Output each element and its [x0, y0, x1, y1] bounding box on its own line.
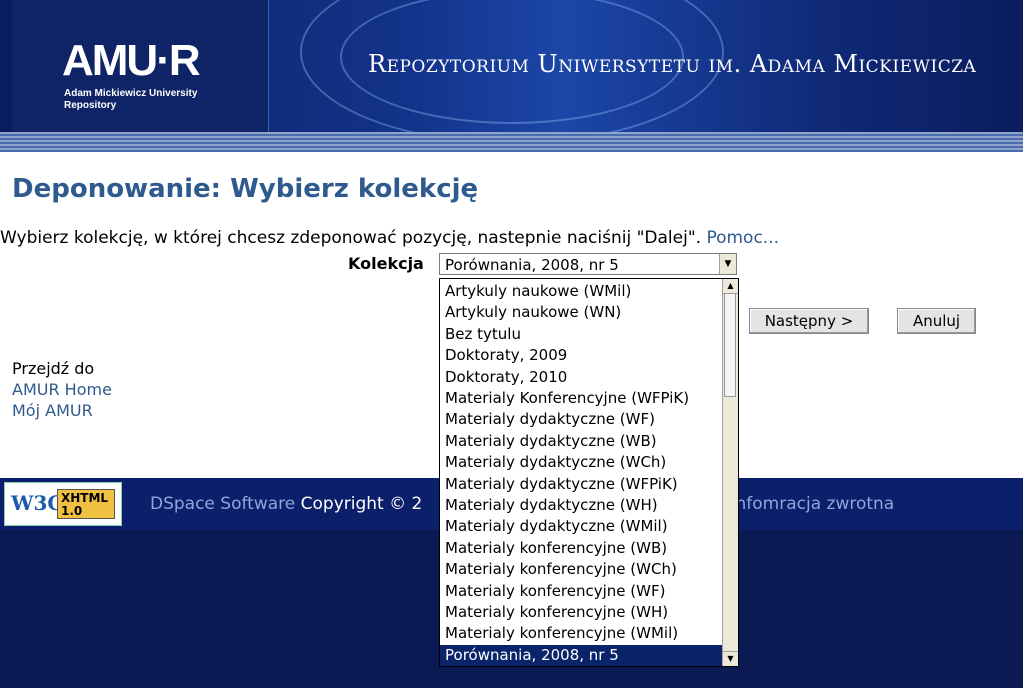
header-stripe	[0, 132, 1023, 152]
dropdown-scrollbar[interactable]: ▲ ▼	[722, 279, 738, 666]
w3c-logo-icon: W3C	[11, 491, 64, 515]
instruction-text: Wybierz kolekcję, w której chcesz zdepon…	[0, 228, 779, 248]
collection-select[interactable]: Porównania, 2008, nr 5 ▼	[439, 253, 737, 275]
dropdown-option[interactable]: Materialy Konferencyjne (WFPiK)	[440, 388, 722, 409]
collection-label: Kolekcja	[348, 254, 424, 273]
collection-select-value: Porównania, 2008, nr 5	[445, 256, 619, 274]
dropdown-option[interactable]: Materialy konferencyjne (WF)	[440, 581, 722, 602]
dropdown-option[interactable]: Materialy konferencyjne (WB)	[440, 538, 722, 559]
dropdown-option[interactable]: Materialy dydaktyczne (WCh)	[440, 452, 722, 473]
dropdown-option[interactable]: Doktoraty, 2009	[440, 345, 722, 366]
dropdown-option[interactable]: Doktoraty, 2010	[440, 367, 722, 388]
cancel-button[interactable]: Anuluj	[897, 308, 976, 334]
collection-dropdown-list[interactable]: Artykuly naukowe (WMil) Artykuly naukowe …	[439, 278, 739, 667]
help-link[interactable]: Pomoc...	[706, 228, 779, 248]
dspace-software-link[interactable]: DSpace Software	[150, 494, 295, 514]
dropdown-option[interactable]: Materialy dydaktyczne (WF)	[440, 409, 722, 430]
next-button[interactable]: Następny >	[749, 308, 869, 334]
instruction-label: Wybierz kolekcję, w której chcesz zdepon…	[0, 228, 707, 248]
dropdown-option[interactable]: Materialy dydaktyczne (WH)	[440, 495, 722, 516]
dropdown-option[interactable]: Artykuly naukowe (WMil)	[440, 281, 722, 302]
goto-heading: Przejdź do	[12, 359, 95, 378]
repository-title: Repozytorium Uniwersytetu im. Adama Mick…	[368, 50, 977, 78]
xhtml-version: 1.0	[61, 504, 83, 518]
scroll-thumb[interactable]	[724, 293, 736, 397]
w3c-xhtml-badge[interactable]: W3C XHTML 1.0	[4, 482, 122, 526]
copyright-text: Copyright © 2	[295, 494, 423, 514]
dropdown-option[interactable]: Artykuly naukowe (WN)	[440, 302, 722, 323]
amur-home-link[interactable]: AMUR Home	[12, 379, 112, 400]
dropdown-option[interactable]: Bez tytulu	[440, 324, 722, 345]
scroll-up-icon[interactable]: ▲	[723, 279, 738, 294]
my-amur-link[interactable]: Mój AMUR	[12, 400, 112, 421]
logo-box[interactable]: AMU·R Adam Mickiewicz University Reposit…	[12, 0, 269, 132]
logo-text: AMU·R	[62, 36, 201, 85]
dropdown-option[interactable]: Materialy dydaktyczne (WMil)	[440, 516, 722, 537]
logo-subtitle: Adam Mickiewicz University Repository	[64, 88, 198, 111]
page-title: Deponowanie: Wybierz kolekcję	[12, 174, 479, 204]
dropdown-option[interactable]: Materialy dydaktyczne (WFPiK)	[440, 474, 722, 495]
goto-section: Przejdź do AMUR Home Mój AMUR	[12, 358, 112, 421]
dropdown-option[interactable]: Materialy konferencyjne (WH)	[440, 602, 722, 623]
scroll-down-icon[interactable]: ▼	[723, 651, 738, 666]
dropdown-option[interactable]: Materialy konferencyjne (WCh)	[440, 559, 722, 580]
dropdown-option[interactable]: Materialy konferencyjne (WMil)	[440, 623, 722, 644]
dropdown-arrow-icon[interactable]: ▼	[719, 254, 736, 274]
dropdown-option[interactable]: Porównania, 2008, nr 5	[440, 644, 722, 666]
xhtml-tag: XHTML 1.0	[57, 489, 115, 519]
dropdown-option[interactable]: Materialy dydaktyczne (WB)	[440, 431, 722, 452]
feedback-link[interactable]: Infomracja zwrotna	[730, 494, 894, 514]
header-banner: AMU·R Adam Mickiewicz University Reposit…	[0, 0, 1023, 132]
